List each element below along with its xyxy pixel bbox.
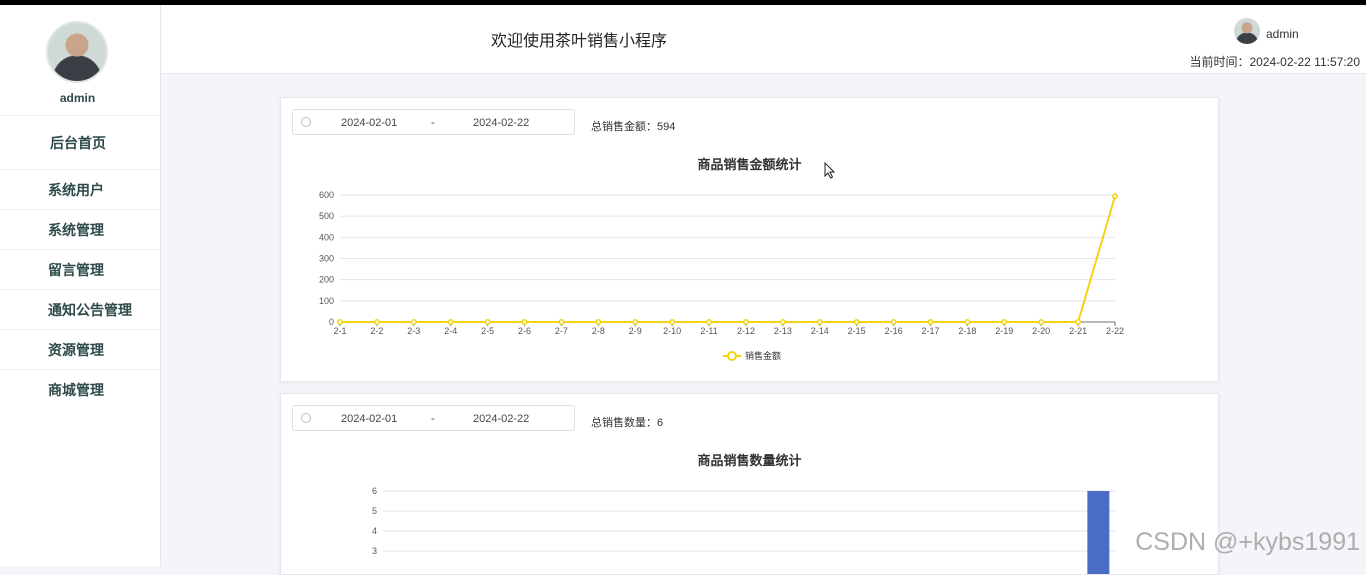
sidebar-item-mall[interactable]: 商城管理 — [0, 369, 160, 409]
x-tick-label: 2-5 — [481, 326, 494, 336]
sidebar: admin 后台首页 系统用户 系统管理 留言管理 通知公告管理 资源管理 商城… — [0, 5, 161, 566]
x-tick-label: 2-20 — [1032, 326, 1050, 336]
data-point — [447, 319, 454, 325]
x-tick-label: 2-22 — [1106, 326, 1124, 336]
data-point — [706, 319, 712, 325]
sidebar-menu: 后台首页 系统用户 系统管理 留言管理 通知公告管理 资源管理 商城管理 — [0, 115, 160, 409]
sidebar-item-resources[interactable]: 资源管理 — [0, 329, 160, 369]
y-tick-label: 6 — [372, 486, 377, 496]
sidebar-item-announcements[interactable]: 通知公告管理 — [0, 289, 160, 329]
x-tick-label: 2-7 — [555, 326, 568, 336]
data-point — [1038, 319, 1045, 325]
x-tick-label: 2-6 — [518, 326, 531, 336]
legend-marker — [727, 351, 737, 361]
x-tick-label: 2-10 — [663, 326, 681, 336]
sidebar-item-messages[interactable]: 留言管理 — [0, 249, 160, 289]
data-point — [669, 319, 676, 325]
x-tick-label: 2-2 — [370, 326, 383, 336]
data-point — [1075, 319, 1082, 325]
data-point — [558, 319, 565, 325]
data-point — [337, 319, 343, 325]
data-point — [890, 319, 897, 325]
sales-amount-card: 2024-02-01 - 2024-02-22 总销售金额：594 商品销售金额… — [280, 97, 1219, 382]
data-point — [743, 319, 749, 325]
legend-label: 销售金额 — [745, 350, 781, 361]
data-point — [816, 319, 823, 325]
y-tick-label: 300 — [319, 254, 334, 264]
y-tick-label: 400 — [319, 232, 334, 242]
x-tick-label: 2-9 — [629, 326, 642, 336]
x-tick-label: 2-11 — [700, 326, 717, 336]
x-tick-label: 2-14 — [811, 326, 829, 336]
sidebar-item-home[interactable]: 后台首页 — [0, 115, 160, 169]
y-tick-label: 500 — [319, 211, 334, 221]
y-tick-label: 200 — [319, 275, 334, 285]
sidebar-username: admin — [59, 91, 96, 105]
data-point — [1112, 193, 1118, 200]
y-tick-label: 100 — [319, 296, 334, 306]
series-line — [340, 195, 1116, 323]
header-username[interactable]: admin — [1266, 27, 1299, 41]
x-tick-label: 2-13 — [774, 326, 792, 336]
x-tick-label: 2-8 — [592, 326, 605, 336]
data-point — [964, 319, 971, 325]
data-point — [779, 319, 786, 325]
y-tick-label: 4 — [372, 526, 377, 536]
user-avatar[interactable] — [1234, 18, 1260, 44]
y-tick-label: 5 — [372, 506, 377, 516]
data-point — [1001, 319, 1008, 325]
current-time: 当前时间：2024-02-22 11:57:20 — [1189, 55, 1360, 69]
x-tick-label: 2-21 — [1069, 326, 1087, 336]
data-point — [595, 319, 602, 325]
x-tick-label: 2-18 — [958, 326, 976, 336]
sidebar-item-system-management[interactable]: 系统管理 — [0, 209, 160, 249]
sidebar-item-system-users[interactable]: 系统用户 — [0, 169, 160, 209]
x-tick-label: 2-12 — [737, 326, 755, 336]
y-tick-label: 600 — [319, 190, 334, 200]
watermark: CSDN @+kybs1991 — [1135, 528, 1360, 556]
data-point — [632, 319, 639, 325]
mouse-cursor-icon — [824, 162, 836, 179]
page-title: 欢迎使用茶叶销售小程序 — [491, 33, 668, 50]
x-tick-label: 2-19 — [995, 326, 1013, 336]
data-point — [853, 319, 860, 325]
data-point — [927, 319, 934, 325]
data-point — [484, 319, 491, 325]
x-tick-label: 2-16 — [885, 326, 903, 336]
data-point — [410, 319, 417, 325]
y-tick-label: 3 — [372, 546, 377, 556]
data-point — [521, 319, 528, 325]
bar — [1087, 491, 1110, 574]
x-tick-label: 2-15 — [848, 326, 866, 336]
x-tick-label: 2-1 — [333, 326, 346, 336]
x-tick-label: 2-4 — [444, 326, 457, 336]
avatar — [46, 21, 108, 83]
sales-amount-line-chart: 01002003004005006002-1 2-2 2-3 2-4 2-5 2-6 2-7… — [319, 190, 1124, 361]
sales-quantity-card: 2024-02-01 - 2024-02-22 总销售数量：6 商品销售数量统计… — [280, 393, 1219, 575]
data-point — [373, 319, 380, 325]
x-tick-label: 2-3 — [407, 326, 420, 336]
sales-quantity-bar-chart: 3 4 5 6 — [372, 486, 1115, 574]
x-tick-label: 2-17 — [921, 326, 939, 336]
header: 欢迎使用茶叶销售小程序 admin 当前时间：2024-02-22 11:57:… — [161, 5, 1366, 74]
